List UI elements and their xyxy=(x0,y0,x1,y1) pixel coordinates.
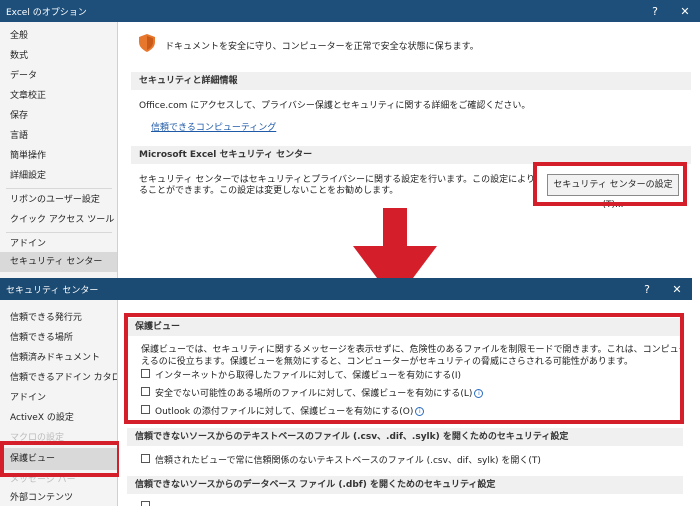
trustworthy-computing-link[interactable]: 信頼できるコンピューティング xyxy=(151,120,276,133)
sidebar-item-external-content[interactable]: 外部コンテンツ xyxy=(0,488,117,506)
intro-text: ドキュメントを安全に守り、コンピューターを正常で安全な状態に保ちます。 xyxy=(165,42,479,52)
sidebar-item-formulas[interactable]: 数式 xyxy=(0,46,117,66)
shield-icon xyxy=(139,34,155,52)
sidebar-item-language[interactable]: 言語 xyxy=(0,126,117,146)
sidebar-item-proofing[interactable]: 文章校正 xyxy=(0,86,117,106)
help-button[interactable]: ? xyxy=(632,283,662,296)
top-dialog-title: Excel のオプション xyxy=(6,7,87,18)
sidebar-item-trusted-publishers[interactable]: 信頼できる発行元 xyxy=(0,308,117,328)
sidebar-item-advanced[interactable]: 詳細設定 xyxy=(0,166,117,186)
bottom-dialog-titlebar: セキュリティ センター ? ✕ xyxy=(0,278,692,300)
option-text-files: 信頼されたビューで常に信頼関係のないテキストベースのファイル (.csv、dif… xyxy=(155,456,541,466)
trust-center-text-line2: ることができます。この設定は変更しないことをお勧めします。 xyxy=(139,186,399,196)
checkbox-db-files[interactable] xyxy=(141,501,150,506)
sidebar-item-customize-ribbon[interactable]: リボンのユーザー設定 xyxy=(0,190,117,210)
top-sidebar: 全般 数式 データ 文章校正 保存 言語 簡単操作 詳細設定 リボンのユーザー設… xyxy=(0,22,118,278)
sidebar-item-activex-settings[interactable]: ActiveX の設定 xyxy=(0,408,117,428)
sidebar-item-save[interactable]: 保存 xyxy=(0,106,117,126)
sidebar-item-quick-access-toolbar[interactable]: クイック アクセス ツール バー xyxy=(0,210,117,230)
highlight-protected-view-section xyxy=(124,313,684,424)
sidebar-item-data[interactable]: データ xyxy=(0,66,117,86)
text-files-heading: 信頼できないソースからのテキストベースのファイル (.csv、.dif、.syl… xyxy=(127,428,683,446)
db-files-heading: 信頼できないソースからのデータベース ファイル (.dbf) を開くためのセキュ… xyxy=(127,476,683,494)
close-button[interactable]: ✕ xyxy=(670,5,700,18)
top-dialog-titlebar: Excel のオプション ? ✕ xyxy=(0,0,700,22)
sidebar-item-addins[interactable]: アドイン xyxy=(0,234,117,254)
checkbox-text-files[interactable] xyxy=(141,454,150,463)
sidebar-item-addins[interactable]: アドイン xyxy=(0,388,117,408)
highlight-protected-view-nav xyxy=(0,441,121,477)
sidebar-item-general[interactable]: 全般 xyxy=(0,26,117,46)
sidebar-divider xyxy=(6,232,112,233)
close-button[interactable]: ✕ xyxy=(662,283,692,296)
sidebar-divider xyxy=(6,188,112,189)
sidebar-item-trusted-addin-catalogs[interactable]: 信頼できるアドイン カタログ xyxy=(0,368,117,388)
sidebar-item-trusted-documents[interactable]: 信頼済みドキュメント xyxy=(0,348,117,368)
help-button[interactable]: ? xyxy=(640,5,670,18)
sidebar-item-trust-center[interactable]: セキュリティ センター xyxy=(0,252,117,272)
bottom-dialog-title: セキュリティ センター xyxy=(6,285,99,296)
sidebar-item-trusted-locations[interactable]: 信頼できる場所 xyxy=(0,328,117,348)
highlight-trust-center-button xyxy=(533,162,687,206)
privacy-section-text: Office.com にアクセスして、プライバシー保護とセキュリティに関する詳細… xyxy=(139,101,531,111)
sidebar-item-accessibility[interactable]: 簡単操作 xyxy=(0,146,117,166)
privacy-section-heading: セキュリティと詳細情報 xyxy=(131,72,691,90)
